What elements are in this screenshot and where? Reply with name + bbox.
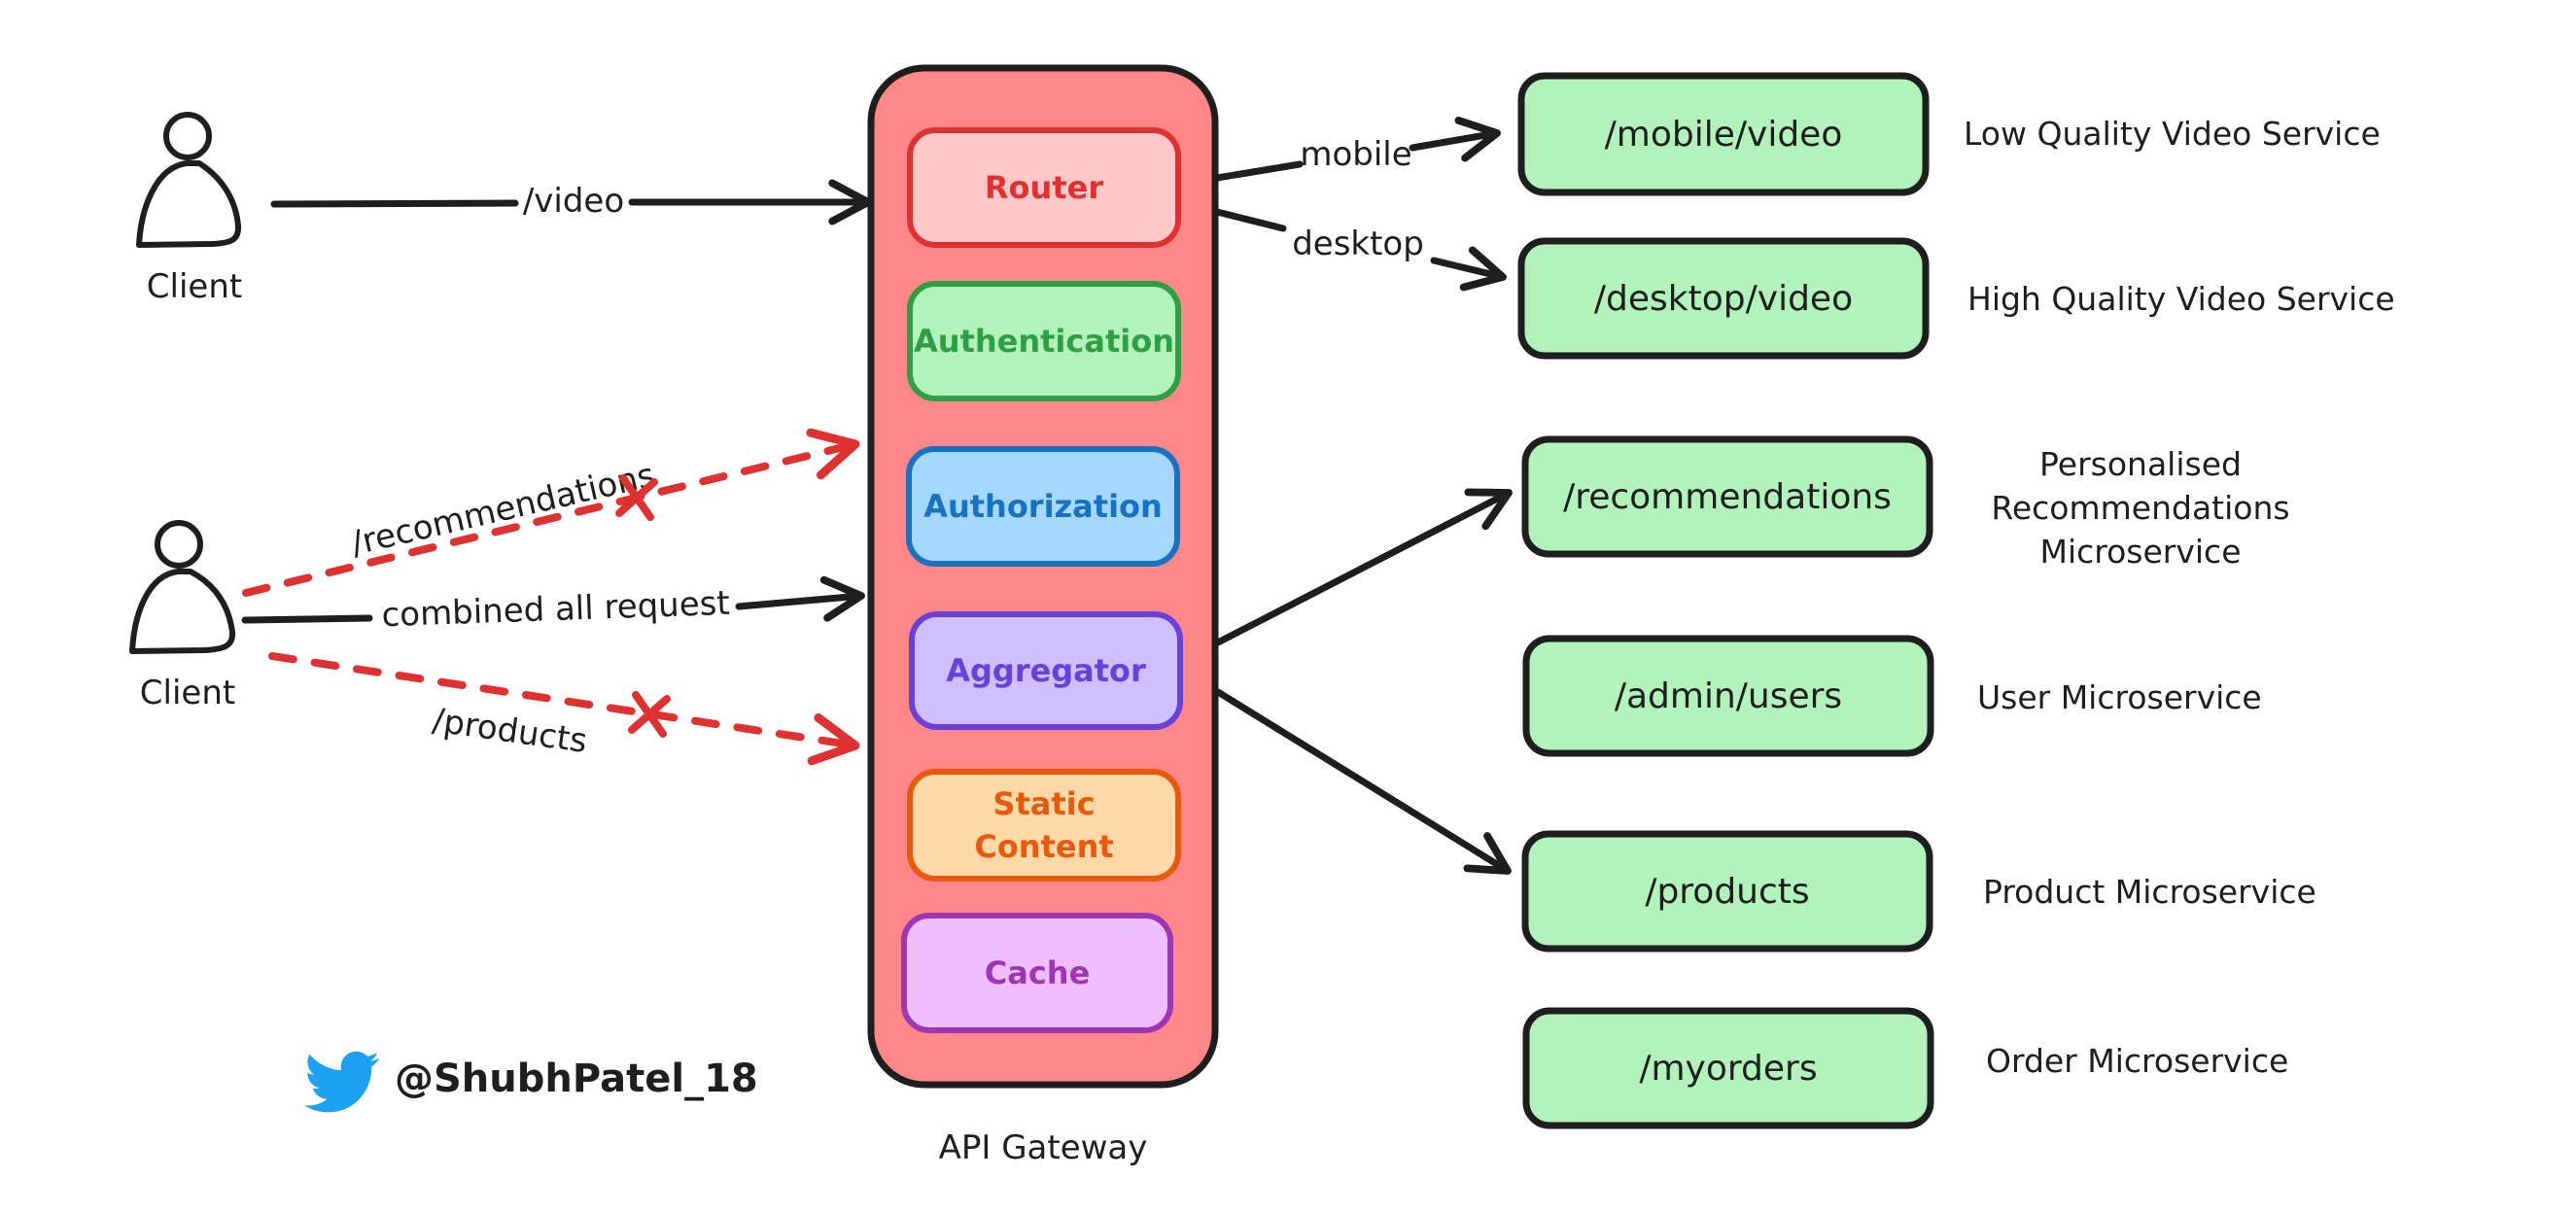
- component-label: Authentication: [914, 323, 1174, 360]
- combined-request-label: combined all request: [381, 584, 730, 635]
- service-path: /mobile/video: [1605, 115, 1843, 155]
- component-label: Aggregator: [946, 652, 1146, 689]
- component-router: Router: [907, 127, 1181, 248]
- service-description: Microservice: [2039, 533, 2241, 571]
- mobile-route-arrow: [1409, 117, 1501, 162]
- combined-arrow-line: [241, 614, 373, 624]
- services: /mobile/video Low Quality Video Service/d…: [1517, 72, 2395, 1129]
- credit: @ShubhPatel_18: [304, 1051, 758, 1113]
- service-path: /recommendations: [1563, 477, 1892, 517]
- service-description: High Quality Video Service: [1967, 280, 2395, 318]
- blocked-recommendations-label: /recommendations: [348, 456, 659, 564]
- mobile-route-line: [1213, 160, 1304, 182]
- client-head-icon: [163, 112, 212, 160]
- service-path: /products: [1645, 872, 1809, 912]
- twitter-bird-icon: [304, 1051, 380, 1113]
- api-gateway: Router Authentication Authorization Aggrega…: [867, 64, 1219, 1167]
- component-cache: Cache: [901, 913, 1173, 1033]
- service-admin-users: /admin/users User Microservice: [1522, 635, 2262, 757]
- component-label: Router: [985, 169, 1103, 206]
- component-label: Authorization: [923, 488, 1163, 525]
- client-top: Client: [136, 112, 242, 306]
- service-path: /myorders: [1639, 1049, 1817, 1089]
- client-label: Client: [140, 674, 235, 712]
- service-myorders: /myorders Order Microservice: [1522, 1007, 2288, 1129]
- video-request-label: /video: [523, 182, 624, 221]
- api-gateway-diagram: Client Client /video combined all request…: [129, 64, 2395, 1167]
- service-description: Product Microservice: [1983, 873, 2316, 911]
- service-description: Recommendations: [1991, 489, 2289, 527]
- client-body-icon: [136, 160, 242, 248]
- client-body-icon: [129, 569, 236, 654]
- service-mobile-video: /mobile/video Low Quality Video Service: [1517, 72, 2381, 196]
- desktop-route-line: [1213, 208, 1287, 232]
- client-label: Client: [147, 267, 242, 306]
- aggregator-to-products-arrow: [1214, 688, 1512, 875]
- desktop-route-arrow: [1430, 246, 1507, 292]
- component-label: Content: [974, 828, 1113, 865]
- video-arrow-line: [270, 199, 519, 208]
- service-path: /admin/users: [1615, 676, 1842, 716]
- combined-arrow: [735, 575, 865, 622]
- component-label: Static: [992, 785, 1095, 822]
- blocked-products-label: /products: [431, 701, 590, 761]
- twitter-handle: @ShubhPatel_18: [395, 1057, 758, 1101]
- aggregator-to-recommendations-arrow: [1214, 488, 1513, 646]
- component-aggregator: Aggregator: [909, 611, 1183, 730]
- service-products: /products Product Microservice: [1521, 830, 2316, 953]
- service-description: User Microservice: [1977, 678, 2262, 716]
- desktop-route-label: desktop: [1292, 225, 1424, 263]
- service-recommendations: /recommendations Personalised Recommendati…: [1521, 435, 2290, 571]
- client-head-icon: [155, 520, 203, 569]
- client-bottom: Client: [129, 520, 236, 712]
- service-description: Order Microservice: [1986, 1042, 2288, 1080]
- service-desktop-video: /desktop/video High Quality Video Service: [1517, 237, 2395, 360]
- component-static-content: Static Content: [907, 769, 1181, 882]
- service-description: Personalised: [2039, 445, 2242, 483]
- component-authorization: Authorization: [906, 446, 1180, 567]
- mobile-route-label: mobile: [1300, 135, 1411, 174]
- component-label: Cache: [985, 954, 1091, 991]
- api-gateway-label: API Gateway: [939, 1128, 1148, 1167]
- service-description: Low Quality Video Service: [1964, 115, 2381, 153]
- service-path: /desktop/video: [1594, 279, 1853, 319]
- component-authentication: Authentication: [907, 281, 1181, 401]
